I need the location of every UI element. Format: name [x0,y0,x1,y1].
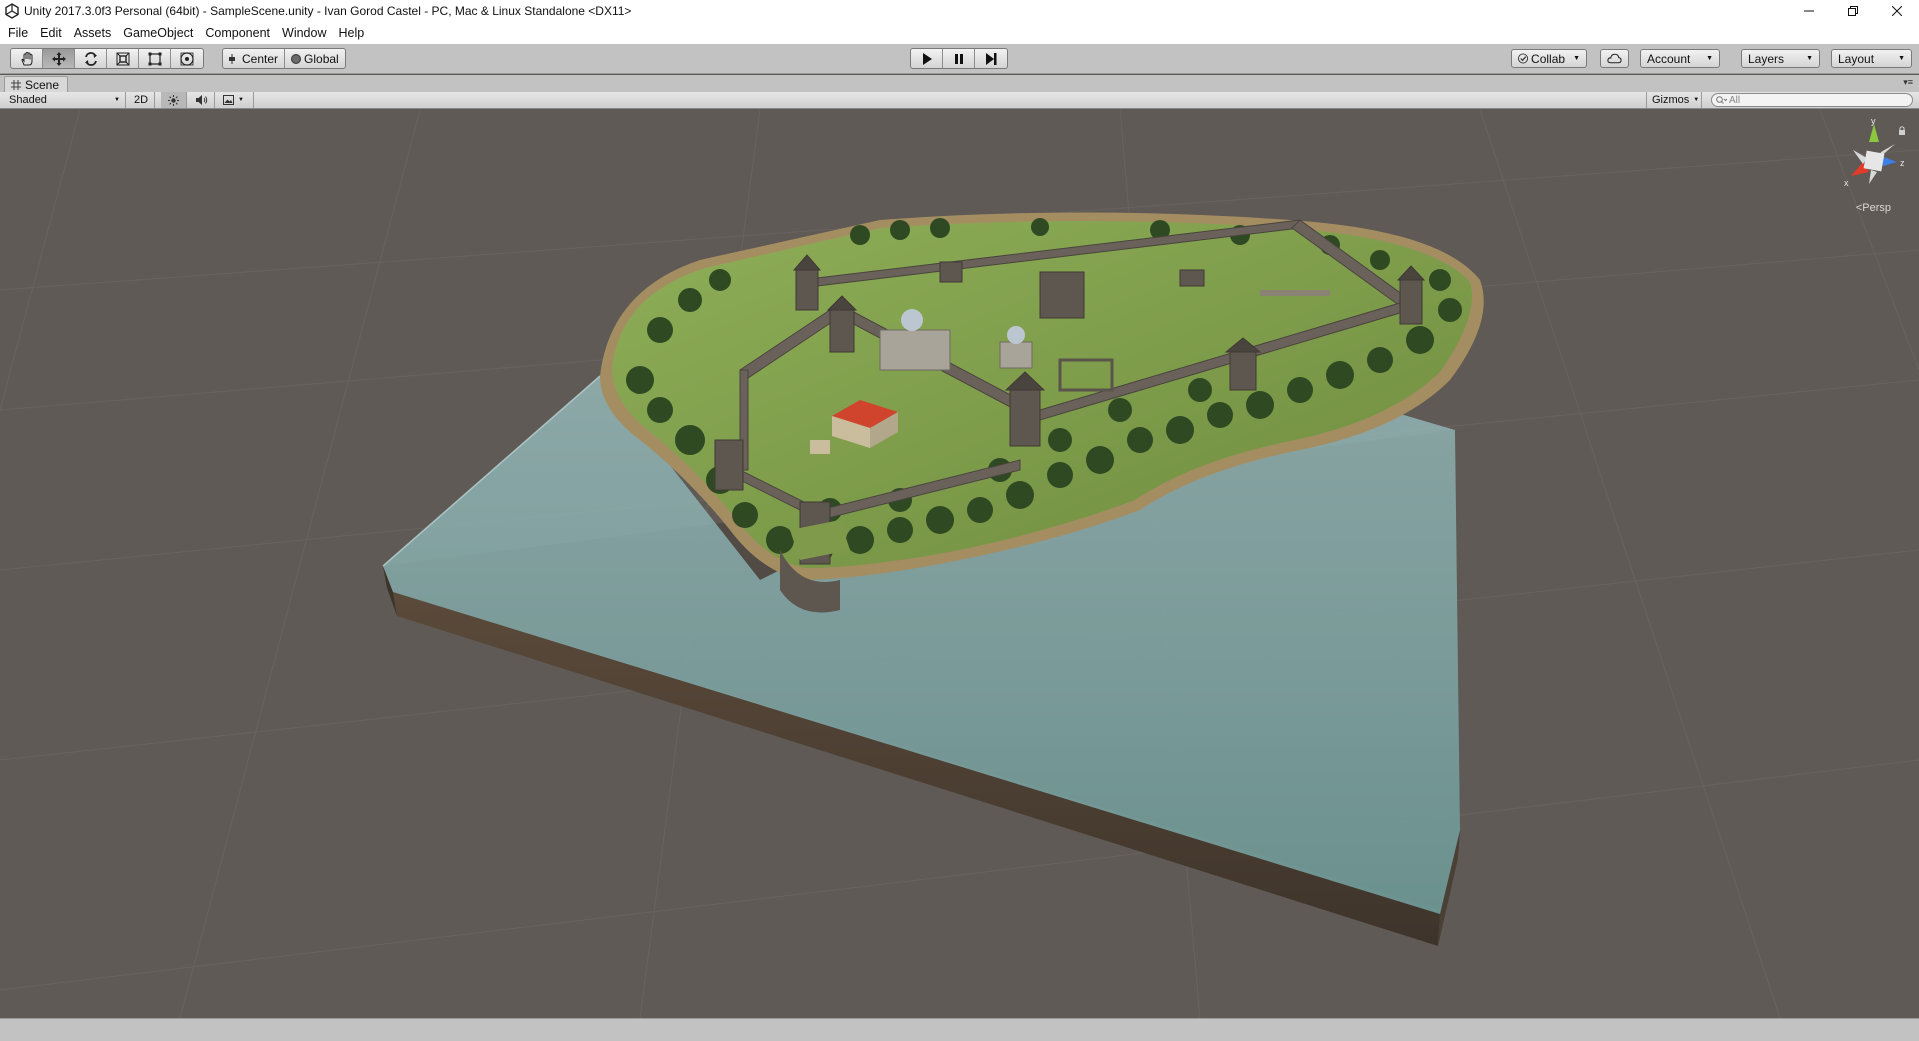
title-bar: Unity 2017.3.0f3 Personal (64bit) - Samp… [0,0,1919,22]
main-toolbar: Center Global Collab ▼ Account ▼ Layers [0,44,1919,74]
hand-icon [20,51,32,65]
scene-viewport[interactable]: y z x <Persp [0,110,1919,1018]
lighting-toggle[interactable] [161,92,187,108]
menu-file[interactable]: File [4,26,36,40]
menu-window[interactable]: Window [278,26,334,40]
step-button[interactable] [975,49,1007,68]
pivot-rotation-button[interactable]: Global [285,49,345,68]
transform-tools [10,48,204,69]
audio-toggle[interactable] [189,92,215,108]
lock-icon[interactable] [1899,130,1905,135]
pivot-center-icon [229,53,235,64]
layers-label: Layers [1748,51,1785,66]
minimize-icon [1804,10,1814,12]
search-icon [1716,95,1727,104]
play-icon [922,52,932,65]
menu-edit[interactable]: Edit [36,26,70,40]
account-label: Account [1647,51,1691,66]
chevron-down-icon: ▼ [238,97,244,103]
cloud-button[interactable] [1600,49,1629,68]
gizmo-y-label: y [1871,118,1876,126]
scene-render[interactable] [0,110,1919,1018]
menu-assets[interactable]: Assets [70,26,120,40]
hierarchy-search-input[interactable]: All [1711,93,1913,107]
projection-label: Persp [1862,202,1891,214]
2d-label: 2D [133,94,149,106]
gizmos-dropdown[interactable]: Gizmos ▼ [1646,92,1702,108]
scene-grid-icon [11,79,21,90]
chevron-down-icon: ▼ [1706,55,1713,62]
gizmo-x-label: x [1844,178,1849,188]
pivot-mode-button[interactable]: Center [223,49,286,68]
draw-mode-dropdown[interactable]: Shaded ▼ [4,92,126,108]
transform-icon [180,51,194,66]
layers-dropdown[interactable]: Layers ▼ [1741,49,1820,68]
pivot-rotation-label: Global [304,51,339,66]
menu-component[interactable]: Component [201,26,278,40]
collab-check-icon [1518,53,1529,64]
pivot-mode-label: Center [242,51,279,66]
draw-mode-label: Shaded [9,94,47,106]
step-icon [986,52,997,65]
account-dropdown[interactable]: Account ▼ [1640,49,1720,68]
move-tool-button[interactable] [43,49,75,68]
layout-dropdown[interactable]: Layout ▼ [1831,49,1912,68]
layout-label: Layout [1838,51,1875,66]
globe-icon [291,53,302,64]
gizmos-label: Gizmos [1652,94,1690,106]
restore-button[interactable] [1831,0,1875,22]
chevron-down-icon: ▼ [114,97,120,103]
window-title: Unity 2017.3.0f3 Personal (64bit) - Samp… [24,4,632,18]
restore-icon [1848,6,1858,16]
chevron-down-icon: ▼ [1898,55,1905,62]
unity-logo-icon [5,3,19,19]
speaker-icon [195,95,207,105]
sun-icon [168,94,179,106]
rect-transform-icon [148,52,161,65]
close-button[interactable] [1875,0,1919,22]
status-bar [0,1018,1919,1041]
scene-tab[interactable]: Scene [4,76,69,92]
effects-dropdown[interactable]: ▼ [218,92,254,108]
rotate-tool-button[interactable] [75,49,107,68]
rect-tool-button[interactable] [139,49,171,68]
transform-tool-button[interactable] [171,49,203,68]
rotate-icon [84,51,97,66]
pause-button[interactable] [943,49,975,68]
collab-dropdown[interactable]: Collab ▼ [1511,49,1587,68]
minimize-button[interactable] [1787,0,1831,22]
gizmo-z-label: z [1900,158,1905,168]
projection-toggle[interactable]: <Persp [1856,202,1891,214]
scale-tool-button[interactable] [107,49,139,68]
pause-icon [954,53,963,64]
collab-label: Collab [1531,51,1566,66]
close-icon [1892,6,1902,16]
chevron-down-icon: ▼ [1573,55,1580,62]
playback-controls [910,48,1008,69]
scale-icon [116,52,129,65]
cloud-icon [1607,53,1622,64]
scene-view-toolbar: Shaded ▼ 2D ▼ Gizmos ▼ All [0,92,1919,109]
scene-tab-bar: Scene ▾≡ [0,75,1919,92]
chevron-down-icon: ▼ [1693,97,1700,103]
hand-tool-button[interactable] [11,49,43,68]
menu-help[interactable]: Help [334,26,372,40]
2d-toggle[interactable]: 2D [128,92,155,108]
pivot-toggles: Center Global [222,48,346,69]
menu-bar: File Edit Assets GameObject Component Wi… [0,22,1919,44]
image-effects-icon [223,95,234,105]
search-placeholder: All [1729,94,1741,106]
play-button[interactable] [911,49,943,68]
menu-gameobject[interactable]: GameObject [119,26,201,40]
move-icon [51,51,66,66]
chevron-down-icon: ▼ [1806,55,1813,62]
tab-menu-icon[interactable]: ▾≡ [1903,77,1913,88]
scene-tab-label: Scene [25,77,60,92]
